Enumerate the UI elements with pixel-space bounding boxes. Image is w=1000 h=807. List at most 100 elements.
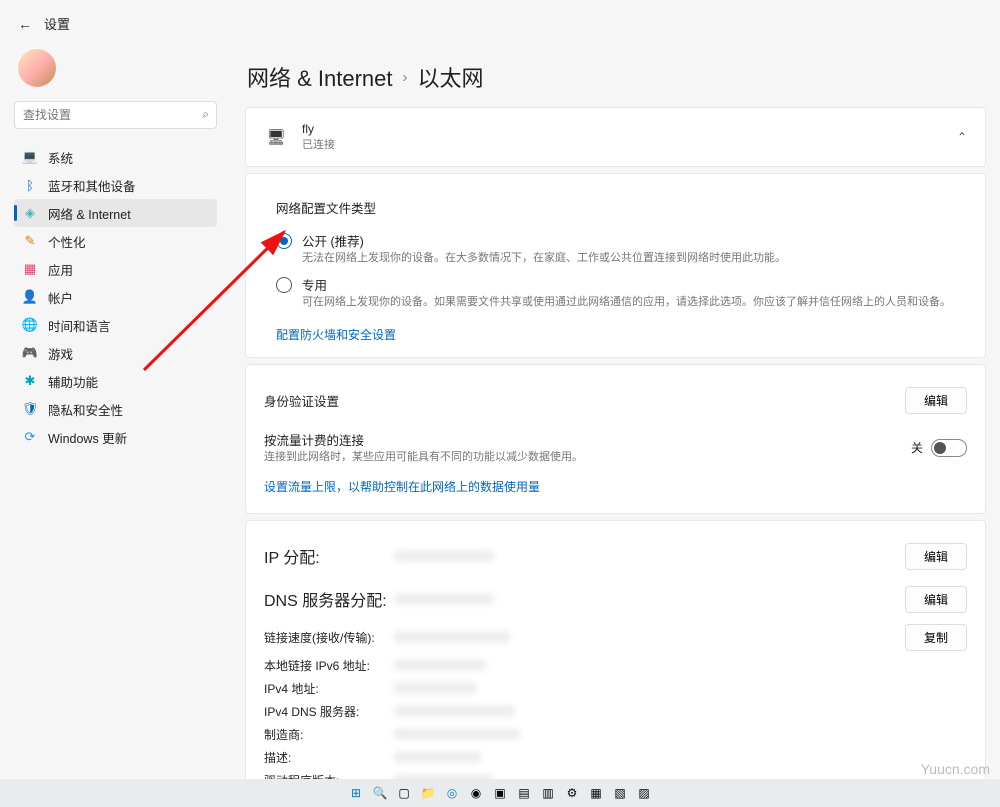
auth-card: 身份验证设置 编辑 按流量计费的连接 连接到此网络时，某些应用可能具有不同的功能… — [245, 364, 986, 514]
radio-private-button[interactable] — [276, 277, 292, 293]
metered-desc: 连接到此网络时，某些应用可能具有不同的功能以减少数据使用。 — [264, 449, 911, 466]
copy-button[interactable]: 复制 — [905, 624, 967, 651]
nav-label: 时间和语言 — [48, 316, 111, 335]
app-icon-5[interactable]: ▧ — [611, 784, 629, 802]
app-icon[interactable]: ▣ — [491, 784, 509, 802]
nav-item-10[interactable]: ⟳ Windows 更新 — [14, 423, 217, 451]
nav-label: 应用 — [48, 260, 73, 279]
nav-icon: ▦ — [22, 261, 38, 277]
nav-label: 隐私和安全性 — [48, 400, 123, 419]
profile-title: 网络配置文件类型 — [276, 198, 967, 217]
breadcrumb-part2: 以太网 — [418, 61, 484, 93]
settings-tb-icon[interactable]: ⚙ — [563, 784, 581, 802]
auth-edit-button[interactable]: 编辑 — [905, 387, 967, 414]
detail-row: 链接速度(接收/传输): 复制 — [264, 621, 967, 654]
radio-private[interactable]: 专用 可在网络上发现你的设备。如果需要文件共享或使用通过此网络通信的应用，请选择… — [276, 271, 967, 315]
radio-public-button[interactable] — [276, 233, 292, 249]
app-icon-3[interactable]: ▥ — [539, 784, 557, 802]
dns-edit-button[interactable]: 编辑 — [905, 586, 967, 613]
detail-value — [394, 728, 520, 740]
nav-list: 💻 系统ᛒ 蓝牙和其他设备◈ 网络 & Internet✎ 个性化▦ 应用👤 帐… — [14, 143, 217, 451]
nav-label: 游戏 — [48, 344, 73, 363]
radio-public-desc: 无法在网络上发现你的设备。在大多数情况下，在家庭、工作或公共位置连接到网络时使用… — [302, 250, 967, 267]
dns-value — [394, 593, 494, 605]
nav-item-1[interactable]: ᛒ 蓝牙和其他设备 — [14, 171, 217, 199]
detail-key: IPv4 DNS 服务器: — [264, 703, 394, 720]
ethernet-icon: 🖥 — [264, 128, 288, 146]
search-tb-icon[interactable]: 🔍 — [371, 784, 389, 802]
metered-toggle[interactable] — [931, 439, 967, 457]
detail-value — [394, 705, 515, 717]
detail-value — [394, 659, 486, 671]
connection-card[interactable]: 🖥 fly 已连接 ⌃ — [245, 107, 986, 167]
nav-item-6[interactable]: 🌐 时间和语言 — [14, 311, 217, 339]
taskview-icon[interactable]: ▢ — [395, 784, 413, 802]
nav-item-7[interactable]: 🎮 游戏 — [14, 339, 217, 367]
nav-label: 网络 & Internet — [48, 204, 131, 223]
search-input[interactable] — [14, 101, 217, 129]
nav-item-0[interactable]: 💻 系统 — [14, 143, 217, 171]
dns-label: DNS 服务器分配: — [264, 587, 394, 611]
breadcrumb: 网络 & Internet › 以太网 — [247, 61, 986, 93]
nav-icon: ᛒ — [22, 177, 38, 193]
nav-label: 辅助功能 — [48, 372, 98, 391]
sidebar: ⌕ 💻 系统ᛒ 蓝牙和其他设备◈ 网络 & Internet✎ 个性化▦ 应用👤… — [0, 43, 227, 806]
explorer-icon[interactable]: 📁 — [419, 784, 437, 802]
nav-icon: 💻 — [22, 149, 38, 165]
nav-item-5[interactable]: 👤 帐户 — [14, 283, 217, 311]
ip-edit-button[interactable]: 编辑 — [905, 543, 967, 570]
nav-label: 系统 — [48, 148, 73, 167]
app-icon-6[interactable]: ▨ — [635, 784, 653, 802]
detail-key: 链接速度(接收/传输): — [264, 629, 394, 646]
metered-label: 按流量计费的连接 — [264, 430, 911, 449]
firewall-link[interactable]: 配置防火墙和安全设置 — [276, 326, 967, 343]
nav-label: 帐户 — [48, 288, 73, 307]
app-title: 设置 — [44, 14, 70, 33]
breadcrumb-sep: › — [401, 69, 410, 86]
detail-key: 制造商: — [264, 726, 394, 743]
avatar[interactable] — [18, 49, 56, 87]
conn-status: 已连接 — [302, 136, 943, 152]
radio-private-desc: 可在网络上发现你的设备。如果需要文件共享或使用通过此网络通信的应用，请选择此选项… — [302, 294, 967, 311]
detail-key: IPv4 地址: — [264, 680, 394, 697]
detail-row: IPv4 DNS 服务器: — [264, 700, 967, 723]
nav-item-3[interactable]: ✎ 个性化 — [14, 227, 217, 255]
app-icon-2[interactable]: ▤ — [515, 784, 533, 802]
nav-icon: ◈ — [22, 205, 38, 221]
start-icon[interactable]: ⊞ — [347, 784, 365, 802]
nav-label: Windows 更新 — [48, 428, 127, 447]
nav-icon: ⟳ — [22, 429, 38, 445]
detail-row: 制造商: — [264, 723, 967, 746]
detail-row: 本地链接 IPv6 地址: — [264, 654, 967, 677]
metered-toggle-label: 关 — [911, 439, 923, 456]
nav-item-4[interactable]: ▦ 应用 — [14, 255, 217, 283]
ip-value — [394, 550, 494, 562]
nav-item-2[interactable]: ◈ 网络 & Internet — [14, 199, 217, 227]
ip-label: IP 分配: — [264, 544, 394, 568]
radio-public[interactable]: 公开 (推荐) 无法在网络上发现你的设备。在大多数情况下，在家庭、工作或公共位置… — [276, 227, 967, 271]
profile-card: 网络配置文件类型 公开 (推荐) 无法在网络上发现你的设备。在大多数情况下，在家… — [245, 173, 986, 358]
detail-value — [394, 631, 510, 643]
edge-icon[interactable]: ◎ — [443, 784, 461, 802]
chrome-icon[interactable]: ◉ — [467, 784, 485, 802]
detail-row: IPv4 地址: — [264, 677, 967, 700]
radio-private-label: 专用 — [302, 275, 967, 294]
breadcrumb-part1[interactable]: 网络 & Internet — [247, 61, 393, 93]
nav-icon: 🌐 — [22, 317, 38, 333]
nav-item-8[interactable]: ✱ 辅助功能 — [14, 367, 217, 395]
ip-card: IP 分配: 编辑 DNS 服务器分配: 编辑 链接速度(接收/传输): 复制本… — [245, 520, 986, 807]
nav-icon: 🎮 — [22, 345, 38, 361]
watermark: Yuucn.com — [921, 761, 990, 777]
chevron-up-icon[interactable]: ⌃ — [957, 130, 967, 144]
data-limit-link[interactable]: 设置流量上限，以帮助控制在此网络上的数据使用量 — [264, 478, 967, 495]
conn-name: fly — [302, 122, 943, 136]
back-button[interactable]: ← — [18, 16, 32, 32]
nav-item-9[interactable]: 🛡 隐私和安全性 — [14, 395, 217, 423]
auth-label: 身份验证设置 — [264, 391, 339, 410]
nav-icon: ✎ — [22, 233, 38, 249]
nav-icon: 👤 — [22, 289, 38, 305]
taskbar: ⊞ 🔍 ▢ 📁 ◎ ◉ ▣ ▤ ▥ ⚙ ▦ ▧ ▨ — [0, 779, 1000, 807]
app-icon-4[interactable]: ▦ — [587, 784, 605, 802]
detail-key: 本地链接 IPv6 地址: — [264, 657, 394, 674]
nav-label: 蓝牙和其他设备 — [48, 176, 136, 195]
